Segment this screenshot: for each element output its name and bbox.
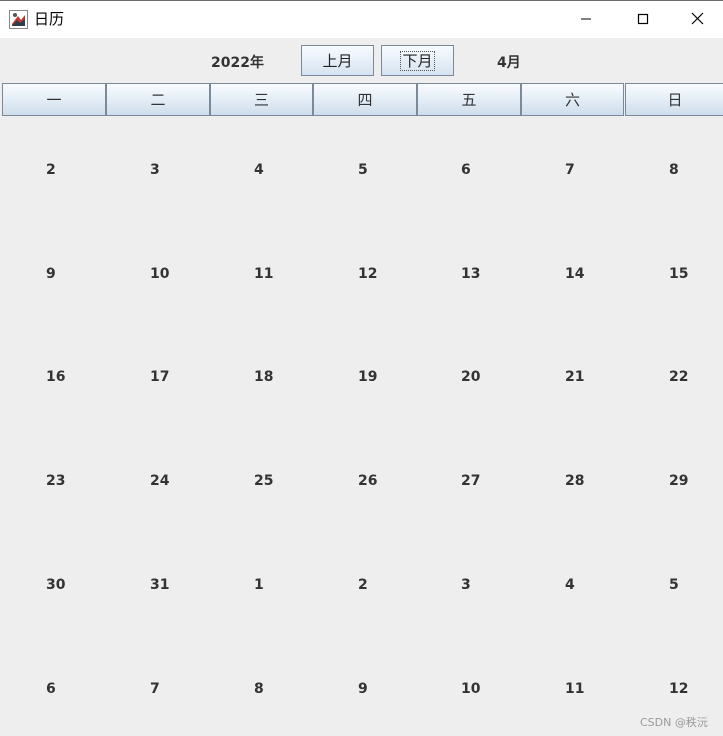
window-title: 日历 — [34, 10, 65, 28]
month-label: 4月 — [497, 55, 521, 71]
weekday-sun[interactable]: 日 — [625, 83, 723, 116]
weekday-thu[interactable]: 四 — [313, 83, 417, 116]
next-month-label: 下月 — [400, 50, 435, 71]
day-cell[interactable]: 11 — [565, 681, 584, 697]
day-cell[interactable]: 9 — [46, 266, 56, 282]
day-cell[interactable]: 20 — [461, 369, 480, 385]
weekday-tue[interactable]: 二 — [106, 83, 210, 116]
close-icon — [691, 10, 704, 29]
maximize-icon — [637, 10, 649, 29]
prev-month-button[interactable]: 上月 — [301, 45, 374, 76]
day-cell[interactable]: 5 — [669, 577, 679, 593]
day-cell[interactable]: 7 — [150, 681, 160, 697]
day-cell[interactable]: 18 — [254, 369, 273, 385]
day-cell[interactable]: 10 — [461, 681, 480, 697]
day-cell[interactable]: 25 — [254, 473, 273, 489]
day-cell[interactable]: 6 — [461, 162, 471, 178]
day-cell[interactable]: 28 — [565, 473, 584, 489]
day-cell[interactable]: 2 — [358, 577, 368, 593]
day-cell[interactable]: 3 — [150, 162, 160, 178]
minimize-button[interactable] — [557, 1, 615, 38]
day-cell[interactable]: 31 — [150, 577, 169, 593]
day-cell[interactable]: 17 — [150, 369, 169, 385]
day-cell[interactable]: 8 — [254, 681, 264, 697]
day-cell[interactable]: 22 — [669, 369, 688, 385]
day-cell[interactable]: 8 — [669, 162, 679, 178]
day-cell[interactable]: 19 — [358, 369, 377, 385]
day-cell[interactable]: 9 — [358, 681, 368, 697]
day-cell[interactable]: 1 — [254, 577, 264, 593]
java-cup-icon — [9, 10, 28, 29]
day-cell[interactable]: 12 — [669, 681, 688, 697]
calendar-window: 日历 2022年 上月 下月 4月 一 二 三 四 五 六 日 2 3 4 5 … — [0, 0, 723, 736]
day-cell[interactable]: 3 — [461, 577, 471, 593]
day-cell[interactable]: 6 — [46, 681, 56, 697]
day-cell[interactable]: 29 — [669, 473, 688, 489]
day-cell[interactable]: 14 — [565, 266, 584, 282]
day-cell[interactable]: 21 — [565, 369, 584, 385]
day-cell[interactable]: 2 — [46, 162, 56, 178]
year-label: 2022年 — [211, 55, 264, 71]
day-cell[interactable]: 11 — [254, 266, 273, 282]
day-cell[interactable]: 5 — [358, 162, 368, 178]
day-cell[interactable]: 7 — [565, 162, 575, 178]
weekday-fri[interactable]: 五 — [417, 83, 521, 116]
day-cell[interactable]: 16 — [46, 369, 65, 385]
weekday-wed[interactable]: 三 — [210, 83, 313, 116]
day-cell[interactable]: 12 — [358, 266, 377, 282]
maximize-button[interactable] — [614, 1, 672, 38]
day-cell[interactable]: 13 — [461, 266, 480, 282]
day-cell[interactable]: 23 — [46, 473, 65, 489]
day-cell[interactable]: 4 — [565, 577, 575, 593]
close-button[interactable] — [672, 1, 723, 38]
day-cell[interactable]: 30 — [46, 577, 65, 593]
watermark: CSDN @秩沅 — [640, 716, 708, 729]
day-cell[interactable]: 26 — [358, 473, 377, 489]
next-month-button[interactable]: 下月 — [381, 45, 454, 76]
day-cell[interactable]: 24 — [150, 473, 169, 489]
weekday-sat[interactable]: 六 — [521, 83, 624, 116]
day-cell[interactable]: 27 — [461, 473, 480, 489]
minimize-icon — [580, 10, 592, 29]
title-bar[interactable]: 日历 — [0, 1, 723, 38]
day-cell[interactable]: 10 — [150, 266, 169, 282]
weekday-mon[interactable]: 一 — [2, 83, 106, 116]
day-cell[interactable]: 4 — [254, 162, 264, 178]
weekday-header-row: 一 二 三 四 五 六 日 — [2, 83, 723, 116]
day-cell[interactable]: 15 — [669, 266, 688, 282]
calendar-header: 2022年 上月 下月 4月 — [0, 38, 723, 82]
